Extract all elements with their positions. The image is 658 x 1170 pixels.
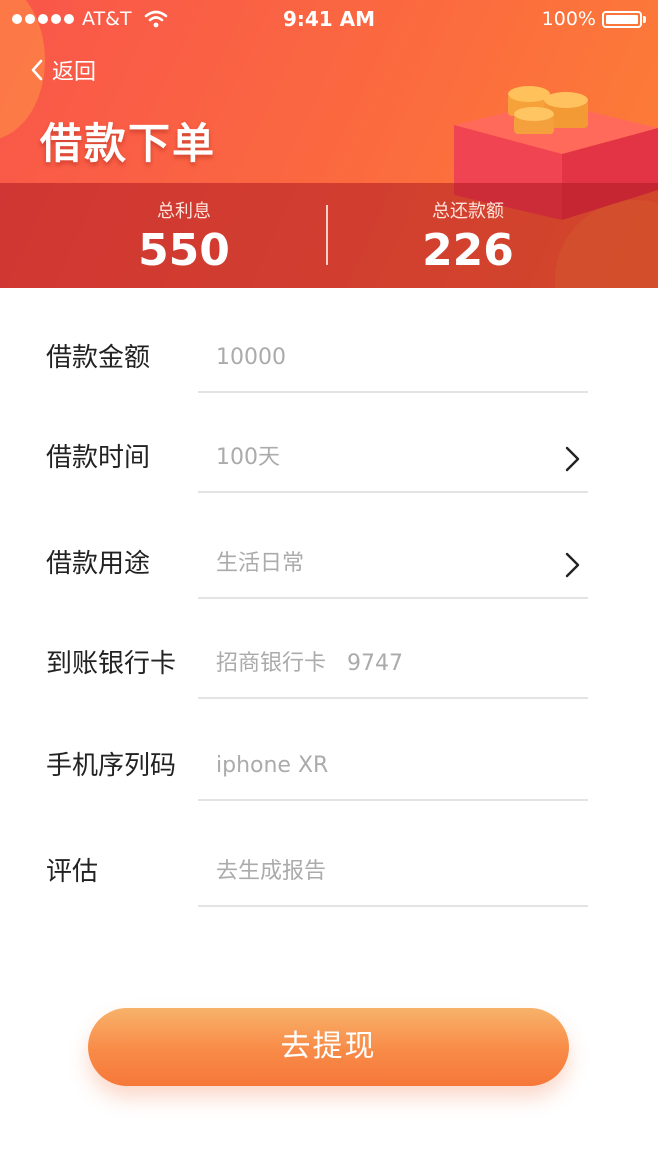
battery-percent: 100% — [541, 8, 596, 30]
term-select[interactable]: 100天 — [216, 423, 280, 493]
repay-summary: 总还款额 226 — [308, 183, 628, 276]
purpose-label: 借款用途 — [46, 549, 151, 579]
divider — [198, 905, 588, 907]
device-label: 手机序列码 — [46, 751, 177, 781]
summary-bar: 总利息 550 总还款额 226 — [0, 183, 658, 288]
form-row-bank-card[interactable]: 到账银行卡 招商银行卡 9747 — [0, 629, 658, 699]
assessment-link[interactable]: 去生成报告 — [216, 837, 326, 907]
divider — [198, 491, 588, 493]
bank-card-label: 到账银行卡 — [46, 649, 177, 679]
form-row-term[interactable]: 借款时间 100天 — [0, 423, 658, 493]
header: AT&T 9:41 AM 100% 返回 借款下单 总利息 550 总还款额 2… — [0, 0, 658, 288]
form-row-amount[interactable]: 借款金额 10000 — [0, 323, 658, 393]
back-label: 返回 — [52, 60, 97, 85]
withdraw-button[interactable]: 去提现 — [88, 1008, 569, 1086]
divider — [198, 391, 588, 393]
repay-label: 总还款额 — [432, 201, 504, 222]
divider — [198, 799, 588, 801]
form-row-assessment[interactable]: 评估 去生成报告 — [0, 837, 658, 907]
chevron-right-icon[interactable] — [562, 445, 582, 473]
back-button[interactable]: 返回 — [30, 54, 96, 86]
assessment-label: 评估 — [46, 857, 99, 887]
term-label: 借款时间 — [46, 443, 151, 473]
form-row-device[interactable]: 手机序列码 iphone XR — [0, 731, 658, 801]
repay-value: 226 — [422, 225, 514, 276]
chevron-left-icon — [31, 59, 43, 81]
purpose-select[interactable]: 生活日常 — [216, 529, 304, 599]
page-title: 借款下单 — [40, 119, 217, 168]
bank-card-value[interactable]: 招商银行卡 9747 — [216, 629, 403, 699]
battery: 100% — [542, 8, 646, 30]
amount-label: 借款金额 — [46, 343, 151, 373]
divider — [198, 597, 588, 599]
interest-value: 550 — [138, 225, 230, 276]
amount-input[interactable]: 10000 — [216, 323, 286, 393]
interest-summary: 总利息 550 — [24, 183, 344, 276]
form-row-purpose[interactable]: 借款用途 生活日常 — [0, 529, 658, 599]
divider — [198, 697, 588, 699]
interest-label: 总利息 — [157, 201, 211, 222]
battery-icon — [602, 10, 642, 28]
device-input[interactable]: iphone XR — [216, 731, 328, 801]
chevron-right-icon[interactable] — [562, 551, 582, 579]
status-bar: AT&T 9:41 AM 100% — [0, 0, 658, 38]
